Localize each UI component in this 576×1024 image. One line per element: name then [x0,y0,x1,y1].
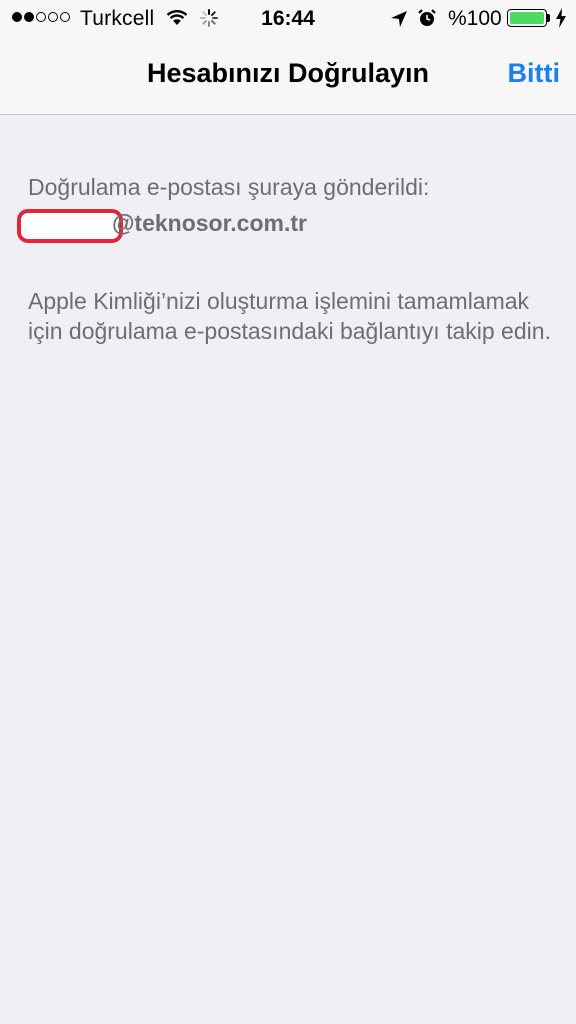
verification-instructions: Apple Kimliği’nizi oluşturma işlemini ta… [28,288,551,344]
email-domain: @teknosor.com.tr [112,210,307,236]
verification-content: Doğrulama e-postası şuraya gönderildi: @… [17,172,558,346]
email-address: @teknosor.com.tr [17,208,558,248]
battery-cap [547,14,550,22]
battery-icon [507,9,547,27]
page-title: Hesabınızı Doğrulayın [146,58,430,88]
battery-level-fill [510,12,544,24]
redaction-mark [17,209,123,243]
done-button[interactable]: Bitti [508,58,560,89]
status-bar: Turkcell 16:44 %100 [0,0,576,38]
email-sent-label: Doğrulama e-postası şuraya gönderildi: [28,174,430,200]
battery-percentage: %100 [448,7,502,30]
top-bar: Turkcell 16:44 %100 Hesabınızı Doğrulayı… [0,0,576,115]
charging-bolt-icon [556,8,566,28]
location-arrow-icon [391,11,407,27]
alarm-clock-icon [418,9,436,26]
